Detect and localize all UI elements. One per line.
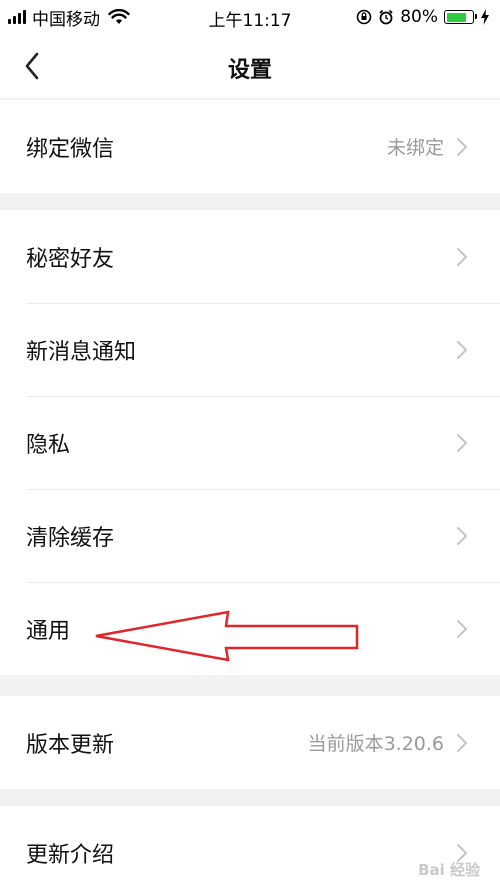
settings-group-main: 秘密好友 新消息通知 隐私 清除缓存 通用	[0, 210, 500, 675]
status-right: 80%	[356, 6, 490, 28]
settings-row-general[interactable]: 通用	[0, 582, 500, 675]
row-label: 版本更新	[26, 732, 115, 758]
chevron-right-icon	[457, 619, 467, 638]
alarm-icon	[379, 9, 393, 25]
row-value: 当前版本3.20.6	[307, 733, 444, 755]
row-label: 新消息通知	[26, 339, 137, 365]
row-label: 更新介绍	[26, 842, 115, 868]
settings-group-version: 版本更新 当前版本3.20.6	[0, 696, 500, 789]
settings-row-privacy[interactable]: 隐私	[0, 396, 500, 489]
settings-screen: 中国移动 上午11:17 80% 设置 绑定微信 未绑定 秘密好友 新消息通知 …	[0, 0, 500, 888]
rotation-lock-icon	[356, 9, 372, 25]
row-label: 秘密好友	[26, 246, 115, 272]
status-bar: 中国移动 上午11:17 80%	[0, 0, 500, 34]
chevron-right-icon	[457, 526, 467, 545]
chevron-right-icon	[457, 137, 467, 156]
chevron-right-icon	[457, 340, 467, 359]
row-label: 隐私	[26, 432, 71, 458]
settings-row-bind-wechat[interactable]: 绑定微信 未绑定	[0, 100, 500, 193]
battery-percent: 80%	[400, 7, 438, 27]
row-label: 通用	[26, 618, 71, 644]
charging-icon	[481, 9, 489, 25]
chevron-right-icon	[457, 433, 467, 452]
row-value: 未绑定	[386, 137, 444, 159]
settings-row-version-update[interactable]: 版本更新 当前版本3.20.6	[0, 696, 500, 789]
settings-row-notifications[interactable]: 新消息通知	[0, 303, 500, 396]
page-title: 设置	[227, 58, 272, 83]
settings-row-secret-friends[interactable]: 秘密好友	[0, 210, 500, 303]
settings-row-clear-cache[interactable]: 清除缓存	[0, 489, 500, 582]
row-label: 绑定微信	[26, 136, 115, 162]
chevron-right-icon	[457, 247, 467, 266]
watermark: Bai 经验	[418, 861, 480, 879]
settings-group-account: 绑定微信 未绑定	[0, 100, 500, 193]
chevron-right-icon	[457, 733, 467, 752]
row-label: 清除缓存	[26, 525, 115, 551]
nav-bar: 设置	[0, 34, 500, 98]
battery-icon	[444, 10, 477, 24]
